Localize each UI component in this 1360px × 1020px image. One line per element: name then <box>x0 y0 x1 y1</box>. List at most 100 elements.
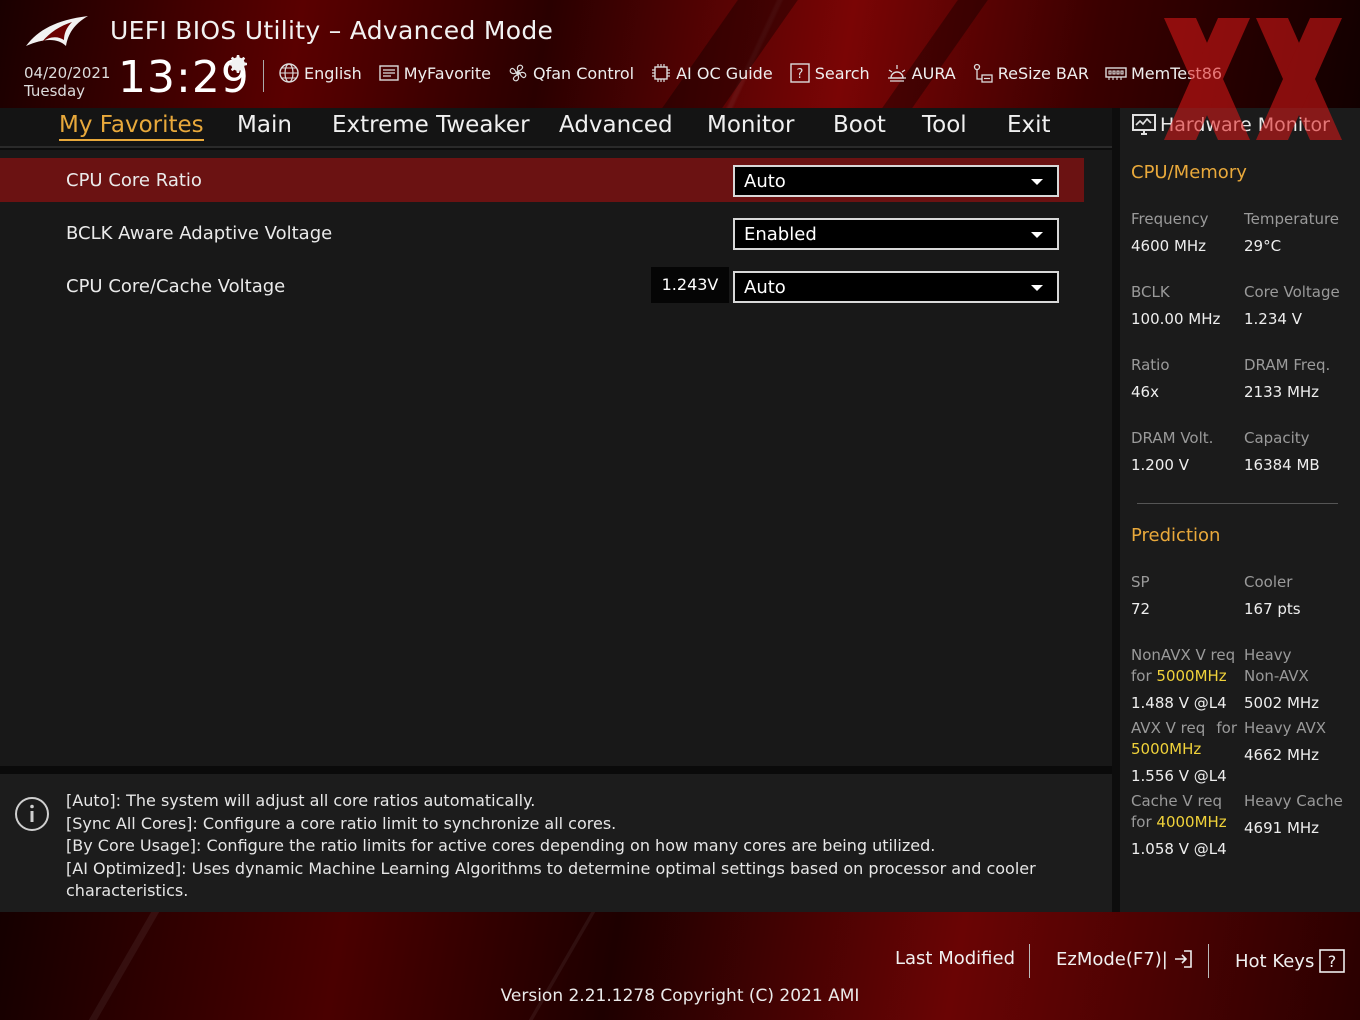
cpu-core-cache-voltage-dropdown[interactable]: Auto <box>733 271 1059 303</box>
cooler-label: Cooler <box>1244 573 1293 591</box>
heavy-nonavx-line2: Non-AVX <box>1244 667 1309 685</box>
ai-oc-guide-button[interactable]: AI OC Guide <box>650 62 773 84</box>
tab-boot[interactable]: Boot <box>833 112 886 138</box>
info-icon <box>15 797 49 831</box>
cache-vreq-label: Cache V req for 4000MHz <box>1131 791 1227 833</box>
setting-label: CPU Core/Cache Voltage <box>66 276 286 297</box>
resize-bar-label: ReSize BAR <box>997 63 1089 83</box>
myfavorite-button[interactable]: MyFavorite <box>378 62 491 84</box>
dropdown-caret-icon <box>1031 285 1043 291</box>
cache-vreq-title: Cache V req <box>1131 792 1223 810</box>
hot-keys-button[interactable]: Hot Keys ? <box>1235 948 1346 974</box>
help-line: characteristics. <box>66 881 189 900</box>
aura-label: AURA <box>911 63 956 83</box>
avx-for-text: for <box>1216 719 1237 737</box>
tab-extreme-tweaker[interactable]: Extreme Tweaker <box>332 112 530 138</box>
myfavorite-label: MyFavorite <box>403 63 491 83</box>
dram-volt-value: 1.200 V <box>1131 456 1189 474</box>
gear-icon[interactable] <box>226 52 250 76</box>
bclk-label: BCLK <box>1131 283 1170 301</box>
resize-bar-button[interactable]: ReSize BAR <box>972 62 1089 84</box>
dropdown-caret-icon <box>1031 232 1043 238</box>
capacity-value: 16384 MB <box>1244 456 1320 474</box>
aura-light-icon <box>887 65 906 82</box>
cpu-memory-title: CPU/Memory <box>1131 162 1247 183</box>
bclk-aware-adaptive-voltage-dropdown[interactable]: Enabled <box>733 218 1059 250</box>
nonavx-freq: 5000MHz <box>1156 667 1227 685</box>
dram-volt-label: DRAM Volt. <box>1131 429 1214 447</box>
search-button[interactable]: ? Search <box>789 62 870 84</box>
frequency-value: 4600 MHz <box>1131 237 1207 255</box>
version-text: Version 2.21.1278 Copyright (C) 2021 AMI <box>500 986 860 1006</box>
footer-divider <box>1029 944 1030 978</box>
tab-exit[interactable]: Exit <box>1007 112 1051 138</box>
heavy-avx-value: 4662 MHz <box>1244 746 1320 764</box>
language-label: English <box>304 63 362 83</box>
voltage-readout: 1.243V <box>651 267 729 303</box>
hot-keys-label: Hot Keys <box>1235 950 1315 972</box>
question-box-icon: ? <box>789 63 810 83</box>
nonavx-vreq-for: for 5000MHz <box>1131 666 1235 687</box>
header-divider <box>263 60 264 92</box>
sp-label: SP <box>1131 573 1150 591</box>
dram-freq-value: 2133 MHz <box>1244 383 1320 401</box>
capacity-label: Capacity <box>1244 429 1310 447</box>
dropdown-value: Auto <box>744 277 786 298</box>
temperature-value: 29°C <box>1244 237 1282 255</box>
footer-bar: Last Modified EzMode(F7)| Hot Keys ? Ver… <box>0 912 1360 1020</box>
cooler-value: 167 pts <box>1244 600 1301 618</box>
memtest-button[interactable]: MemTest86 <box>1105 62 1222 84</box>
ratio-value: 46x <box>1131 383 1159 401</box>
cache-for-text: for <box>1131 813 1152 831</box>
heavy-nonavx-line1: Heavy <box>1244 646 1292 664</box>
header-bar: UEFI BIOS Utility – Advanced Mode 04/20/… <box>0 0 1360 108</box>
prediction-title: Prediction <box>1131 525 1221 546</box>
hardware-monitor-divider <box>1137 503 1338 504</box>
help-panel: [Auto]: The system will adjust all core … <box>0 774 1112 912</box>
help-line: [Sync All Cores]: Configure a core ratio… <box>66 813 617 833</box>
header-decoration <box>882 0 988 108</box>
tab-advanced[interactable]: Advanced <box>559 112 673 138</box>
tab-main[interactable]: Main <box>237 112 292 138</box>
avx-vreq-label: AVX V req for 5000MHz <box>1131 718 1237 760</box>
svg-text:?: ? <box>1328 952 1337 971</box>
ezmode-button[interactable]: EzMode(F7)| <box>1056 948 1194 970</box>
qfan-control-label: Qfan Control <box>533 63 635 83</box>
ai-chip-icon <box>652 64 671 82</box>
help-line: [AI Optimized]: Uses dynamic Machine Lea… <box>66 858 1036 878</box>
monitor-icon <box>1132 114 1156 135</box>
day-display: Tuesday <box>24 82 86 100</box>
globe-icon <box>279 63 299 83</box>
hardware-monitor-title: Hardware Monitor <box>1160 114 1330 136</box>
language-button[interactable]: English <box>278 62 362 84</box>
tab-tool[interactable]: Tool <box>922 112 967 138</box>
setting-row-bclk-aware-adaptive-voltage[interactable]: BCLK Aware Adaptive Voltage Enabled <box>0 211 1084 255</box>
tab-my-favorites[interactable]: My Favorites <box>59 112 204 141</box>
resize-bar-icon <box>973 63 993 83</box>
setting-row-cpu-core-cache-voltage[interactable]: CPU Core/Cache Voltage 1.243V Auto <box>0 264 1084 308</box>
fan-icon <box>509 64 527 82</box>
cache-freq: 4000MHz <box>1156 813 1227 831</box>
settings-panel: CPU Core Ratio Auto BCLK Aware Adaptive … <box>0 150 1112 766</box>
tab-monitor[interactable]: Monitor <box>707 112 794 138</box>
panel-divider <box>0 766 1112 774</box>
avx-vreq-value: 1.556 V @L4 <box>1131 767 1227 785</box>
last-modified-button[interactable]: Last Modified <box>895 948 1015 969</box>
question-box-icon: ? <box>1319 949 1346 973</box>
setting-row-cpu-core-ratio[interactable]: CPU Core Ratio Auto <box>0 158 1084 202</box>
ezmode-label: EzMode(F7)| <box>1056 948 1168 970</box>
cache-vreq-value: 1.058 V @L4 <box>1131 840 1227 858</box>
cpu-core-ratio-dropdown[interactable]: Auto <box>733 165 1059 197</box>
nonavx-vreq-value: 1.488 V @L4 <box>1131 694 1227 712</box>
heavy-cache-value: 4691 MHz <box>1244 819 1320 837</box>
heavy-nonavx-value: 5002 MHz <box>1244 694 1320 712</box>
qfan-control-button[interactable]: Qfan Control <box>507 62 634 84</box>
memtest-label: MemTest86 <box>1130 63 1223 83</box>
setting-label: BCLK Aware Adaptive Voltage <box>66 223 333 244</box>
memory-icon <box>1105 67 1127 80</box>
dram-freq-label: DRAM Freq. <box>1244 356 1331 374</box>
aura-button[interactable]: AURA <box>886 62 956 84</box>
toolbar: English MyFavorite Qfan Control AI OC Gu… <box>278 62 1222 84</box>
temperature-label: Temperature <box>1244 210 1340 228</box>
help-text: [Auto]: The system will adjust all core … <box>66 790 1066 903</box>
